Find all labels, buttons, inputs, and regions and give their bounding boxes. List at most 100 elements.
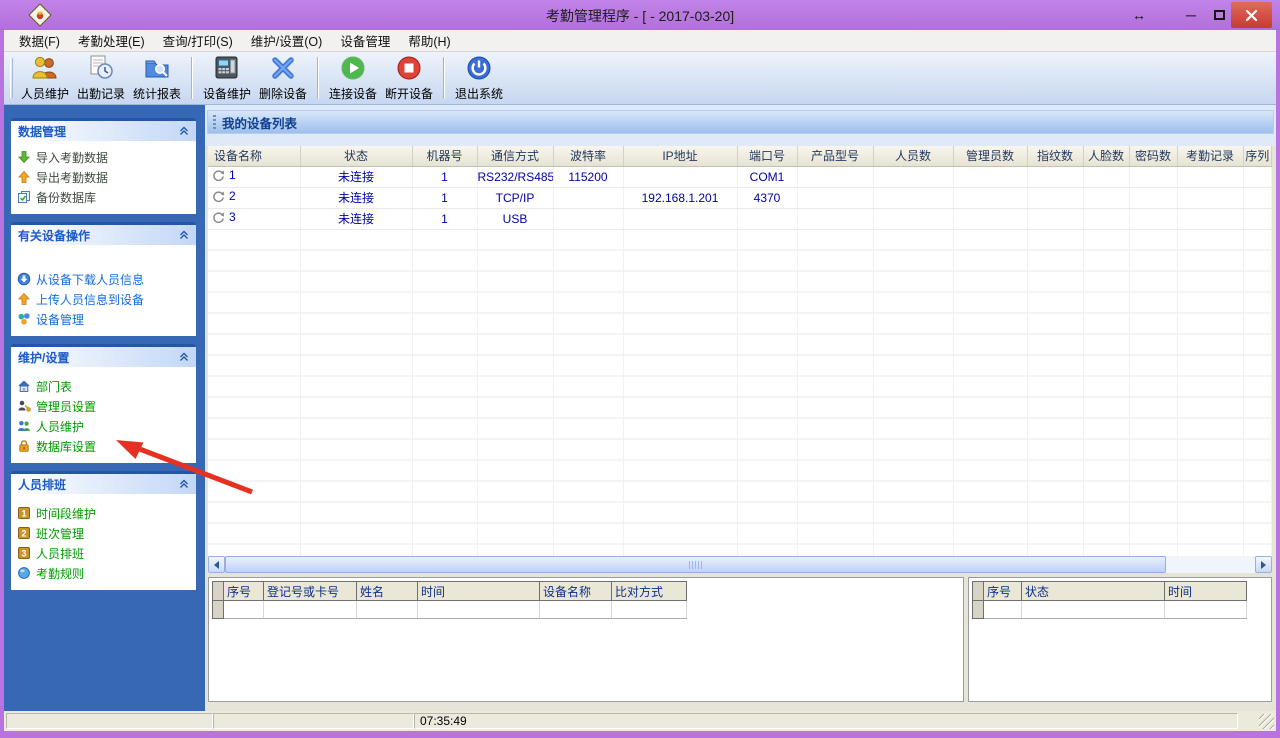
menu-device[interactable]: 设备管理 <box>331 28 399 53</box>
sidebar-section-personnel-scheduling: 人员排班 1时间段维护 2班次管理 3人员排班 考勤规则 <box>11 471 196 590</box>
col-serial[interactable]: 序列 <box>1243 146 1272 166</box>
sidebar-item-download-personnel-from-device[interactable]: 从设备下载人员信息 <box>17 269 194 289</box>
app-icon <box>28 3 52 27</box>
monitor-left-header: 序号 登记号或卡号 姓名 时间 设备名称 比对方式 <box>213 582 687 601</box>
collapse-chevron-icon[interactable] <box>179 352 189 362</box>
sidebar-item-personnel-scheduling[interactable]: 3人员排班 <box>17 543 194 563</box>
section-header-device-operations[interactable]: 有关设备操作 <box>11 222 196 245</box>
disconnect-device-button[interactable]: 断开设备 <box>381 54 437 102</box>
monitor-right-header: 序号 状态 时间 <box>973 582 1247 601</box>
scrollbar-thumb[interactable] <box>225 556 1166 573</box>
panel-grip[interactable] <box>213 115 216 130</box>
collapse-chevron-icon[interactable] <box>179 479 189 489</box>
sidebar-section-device-operations: 有关设备操作 从设备下载人员信息 上传人员信息到设备 设备管理 <box>11 222 196 336</box>
section-body: 导入考勤数据 导出考勤数据 备份数据库 <box>11 141 196 214</box>
horizontal-scrollbar[interactable] <box>208 556 1272 573</box>
col-badge-or-card[interactable]: 登记号或卡号 <box>264 582 357 601</box>
collapse-chevron-icon[interactable] <box>179 230 189 240</box>
device-row[interactable]: 1 未连接1RS232/RS485115200COM1 <box>208 166 1272 187</box>
copy-pages-icon <box>17 190 31 204</box>
app-window: 考勤管理程序 - [ - 2017-03-20] ↔ ─ 数据(F) 考勤处理(… <box>0 0 1280 738</box>
col-name[interactable]: 姓名 <box>357 582 418 601</box>
device-table-header: 设备名称 状态 机器号 通信方式 波特率 IP地址 端口号 产品型号 人员数 管… <box>208 146 1272 166</box>
menu-maintenance[interactable]: 维护/设置(O) <box>242 28 332 53</box>
minimize-icon[interactable]: ─ <box>1178 2 1204 28</box>
download-circle-icon <box>17 272 31 286</box>
tile-3-icon: 3 <box>17 546 31 560</box>
section-body: 从设备下载人员信息 上传人员信息到设备 设备管理 <box>11 245 196 336</box>
exit-system-button[interactable]: 退出系统 <box>451 54 507 102</box>
collapse-chevron-icon[interactable] <box>179 126 189 136</box>
attendance-record-button[interactable]: 出勤记录 <box>73 54 129 102</box>
section-body: 1时间段维护 2班次管理 3人员排班 考勤规则 <box>11 494 196 590</box>
section-header-personnel-scheduling[interactable]: 人员排班 <box>11 471 196 494</box>
col-comm-mode[interactable]: 通信方式 <box>477 146 553 166</box>
sidebar-item-export-attendance-data[interactable]: 导出考勤数据 <box>17 167 194 187</box>
sidebar-item-time-period-maintenance[interactable]: 1时间段维护 <box>17 503 194 523</box>
resize-grip[interactable] <box>1259 714 1274 729</box>
sidebar-item-database-settings[interactable]: 数据库设置 <box>17 436 194 456</box>
device-row[interactable]: 2 未连接1TCP/IP192.168.1.2014370 <box>208 187 1272 208</box>
toolbar-grip[interactable] <box>10 58 13 98</box>
col-product-model[interactable]: 产品型号 <box>797 146 873 166</box>
menu-data[interactable]: 数据(F) <box>10 28 69 53</box>
col-admin-count[interactable]: 管理员数 <box>953 146 1027 166</box>
sidebar-item-device-management[interactable]: 设备管理 <box>17 309 194 329</box>
sidebar-item-personnel-maintenance[interactable]: 人员维护 <box>17 416 194 436</box>
sidebar-item-import-attendance-data[interactable]: 导入考勤数据 <box>17 147 194 167</box>
connect-device-button[interactable]: 连接设备 <box>325 54 381 102</box>
scroll-right-button[interactable] <box>1255 556 1272 573</box>
col-status[interactable]: 状态 <box>1022 582 1165 601</box>
realtime-records-grid: 序号 登记号或卡号 姓名 时间 设备名称 比对方式 <box>208 577 964 702</box>
title-bar: 考勤管理程序 - [ - 2017-03-20] ↔ ─ <box>0 0 1280 30</box>
section-header-data-management[interactable]: 数据管理 <box>11 118 196 141</box>
maximize-icon[interactable] <box>1206 2 1232 28</box>
status-time: 07:35:49 <box>420 714 467 728</box>
scroll-left-button[interactable] <box>208 556 225 573</box>
col-verify-mode[interactable]: 比对方式 <box>612 582 687 601</box>
menu-help[interactable]: 帮助(H) <box>399 28 459 53</box>
delete-device-button[interactable]: 删除设备 <box>255 54 311 102</box>
restore-icon[interactable]: ↔ <box>1126 2 1152 28</box>
section-header-maintenance-settings[interactable]: 维护/设置 <box>11 344 196 367</box>
col-device-name[interactable]: 设备名称 <box>540 582 612 601</box>
row-selector-header <box>973 582 984 601</box>
col-fingerprint-count[interactable]: 指纹数 <box>1027 146 1083 166</box>
sidebar-item-shift-management[interactable]: 2班次管理 <box>17 523 194 543</box>
sidebar-item-upload-personnel-to-device[interactable]: 上传人员信息到设备 <box>17 289 194 309</box>
menu-query-print[interactable]: 查询/打印(S) <box>154 28 242 53</box>
sidebar-item-backup-database[interactable]: 备份数据库 <box>17 187 194 207</box>
device-row[interactable]: 3 未连接1USB <box>208 208 1272 229</box>
col-face-count[interactable]: 人脸数 <box>1083 146 1129 166</box>
col-seq[interactable]: 序号 <box>984 582 1022 601</box>
house-icon <box>17 379 31 393</box>
device-table: 设备名称 状态 机器号 通信方式 波特率 IP地址 端口号 产品型号 人员数 管… <box>208 146 1272 556</box>
section-body: 部门表 管理员设置 人员维护 数据库设置 <box>11 367 196 463</box>
personnel-maintenance-button[interactable]: 人员维护 <box>17 54 73 102</box>
two-people-icon <box>17 419 31 433</box>
col-port[interactable]: 端口号 <box>737 146 797 166</box>
col-people-count[interactable]: 人员数 <box>873 146 953 166</box>
col-password-count[interactable]: 密码数 <box>1129 146 1177 166</box>
sidebar-item-attendance-rules[interactable]: 考勤规则 <box>17 563 194 583</box>
col-seq[interactable]: 序号 <box>224 582 264 601</box>
sidebar-item-department-table[interactable]: 部门表 <box>17 376 194 396</box>
device-maintenance-button[interactable]: 设备维护 <box>199 54 255 102</box>
menu-attendance[interactable]: 考勤处理(E) <box>69 28 154 53</box>
col-ip-address[interactable]: IP地址 <box>623 146 737 166</box>
col-status[interactable]: 状态 <box>300 146 412 166</box>
device-sync-icon <box>212 169 225 182</box>
tile-2-icon: 2 <box>17 526 31 540</box>
close-icon[interactable] <box>1231 2 1272 28</box>
statistics-report-button[interactable]: 统计报表 <box>129 54 185 102</box>
col-baud-rate[interactable]: 波特率 <box>553 146 623 166</box>
col-machine-no[interactable]: 机器号 <box>412 146 477 166</box>
col-device-name[interactable]: 设备名称 <box>208 146 300 166</box>
col-time[interactable]: 时间 <box>418 582 540 601</box>
thumb-grip <box>689 561 702 569</box>
monitor-right-empty-row <box>973 601 1247 619</box>
sidebar-item-administrator-settings[interactable]: 管理员设置 <box>17 396 194 416</box>
col-time[interactable]: 时间 <box>1165 582 1247 601</box>
toolbar-separator <box>317 57 319 99</box>
col-attendance-records[interactable]: 考勤记录 <box>1177 146 1243 166</box>
